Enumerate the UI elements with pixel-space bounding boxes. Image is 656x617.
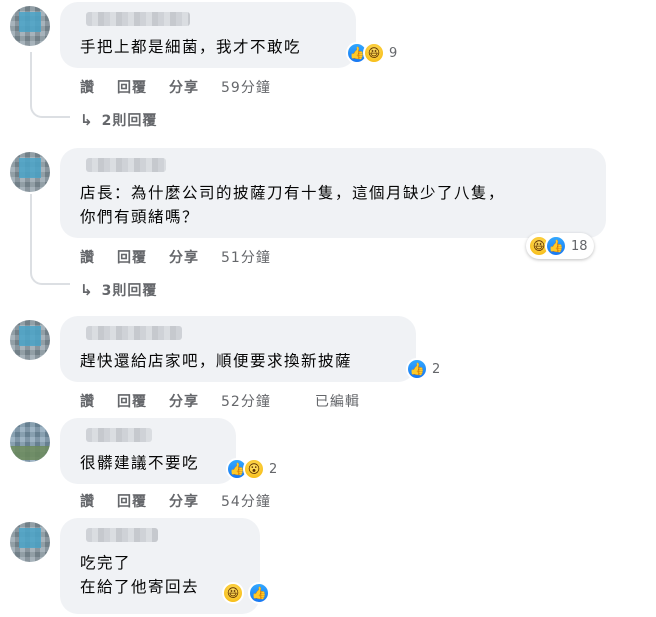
reply-button[interactable]: 回覆 (117, 247, 147, 267)
comment-timestamp[interactable]: 51分鐘 (221, 247, 271, 267)
like-button[interactable]: 讚 (80, 247, 95, 267)
reaction-summary[interactable]: 👍 😆 9 (346, 40, 397, 66)
view-replies-button[interactable]: ↳ 3則回覆 (80, 280, 157, 300)
comment-timestamp[interactable]: 54分鐘 (221, 491, 271, 511)
share-button[interactable]: 分享 (169, 247, 199, 267)
avatar[interactable] (10, 320, 50, 360)
wow-icon: 😮 (243, 458, 265, 480)
comment-text-line: 店長：為什麼公司的披薩刀有十隻，這個月缺少了八隻， (80, 184, 506, 202)
comment-bubble: 趕快還給店家吧，順便要求換新披薩 (60, 316, 416, 382)
comment-bubble: 很髒建議不要吃 (60, 418, 236, 484)
reply-button[interactable]: 回覆 (117, 391, 147, 411)
avatar[interactable] (10, 152, 50, 192)
like-icon: 👍 (406, 358, 428, 380)
thread-connector (30, 100, 70, 118)
comment-text: 店長：為什麼公司的披薩刀有十隻，這個月缺少了八隻， 你們有頭緒嗎？ (72, 181, 594, 229)
view-replies-button[interactable]: ↳ 2則回覆 (80, 110, 157, 130)
thread-connector (30, 267, 70, 285)
avatar[interactable] (10, 6, 50, 46)
reply-arrow-icon: ↳ (80, 111, 94, 129)
share-button[interactable]: 分享 (169, 391, 199, 411)
share-button[interactable]: 分享 (169, 491, 199, 511)
comment-actions: 讚 回覆 分享 52分鐘 已編輯 (80, 392, 360, 410)
comment-text: 很髒建議不要吃 (72, 451, 224, 475)
edited-label[interactable]: 已編輯 (315, 391, 360, 411)
comment-text-line: 趕快還給店家吧，順便要求換新披薩 (80, 352, 353, 370)
comment-actions: 讚 回覆 分享 54分鐘 (80, 492, 293, 510)
author-name-blurred[interactable] (86, 158, 166, 172)
author-name-blurred[interactable] (86, 12, 190, 26)
author-name-blurred[interactable] (86, 528, 158, 542)
author-name-blurred[interactable] (86, 428, 152, 442)
thread-line (30, 52, 32, 102)
reply-button[interactable]: 回覆 (117, 491, 147, 511)
reaction-count: 2 (269, 461, 278, 477)
avatar[interactable] (10, 522, 50, 562)
comment-actions: 讚 回覆 分享 51分鐘 (80, 248, 293, 266)
avatar[interactable] (10, 422, 50, 462)
comment-text-line: 吃完了 (80, 554, 132, 572)
comment-bubble: 手把上都是細菌，我才不敢吃 (60, 2, 356, 68)
thread-line (30, 194, 32, 269)
like-icon: 👍 (545, 235, 567, 257)
reaction-summary[interactable]: 😆 👍 (222, 580, 270, 606)
like-icon: 👍 (248, 582, 270, 604)
replies-label: 2則回覆 (101, 113, 158, 129)
haha-icon: 😆 (222, 582, 244, 604)
share-button[interactable]: 分享 (169, 77, 199, 97)
reaction-summary[interactable]: 👍 😮 2 (226, 456, 277, 482)
comment-text: 趕快還給店家吧，順便要求換新披薩 (72, 349, 404, 373)
reply-arrow-icon: ↳ (80, 281, 94, 299)
reply-button[interactable]: 回覆 (117, 77, 147, 97)
comment-actions: 讚 回覆 分享 59分鐘 (80, 78, 293, 96)
like-button[interactable]: 讚 (80, 391, 95, 411)
comment-text: 手把上都是細菌，我才不敢吃 (72, 35, 344, 59)
reaction-summary[interactable]: 😆 👍 18 (526, 233, 594, 259)
reaction-summary[interactable]: 👍 2 (406, 356, 440, 382)
comment-text-line: 你們有頭緒嗎？ (80, 208, 200, 226)
like-button[interactable]: 讚 (80, 491, 95, 511)
comment-text-line: 很髒建議不要吃 (80, 454, 200, 472)
reaction-count: 9 (389, 45, 398, 61)
comment-text-line: 手把上都是細菌，我才不敢吃 (80, 38, 302, 56)
author-name-blurred[interactable] (86, 326, 182, 340)
comment-timestamp[interactable]: 59分鐘 (221, 77, 271, 97)
replies-label: 3則回覆 (101, 283, 158, 299)
reaction-count: 18 (571, 238, 588, 254)
like-button[interactable]: 讚 (80, 77, 95, 97)
comment-bubble: 店長：為什麼公司的披薩刀有十隻，這個月缺少了八隻， 你們有頭緒嗎？ (60, 148, 606, 238)
reaction-count: 2 (432, 361, 441, 377)
comment-timestamp[interactable]: 52分鐘 (221, 391, 271, 411)
haha-icon: 😆 (363, 42, 385, 64)
